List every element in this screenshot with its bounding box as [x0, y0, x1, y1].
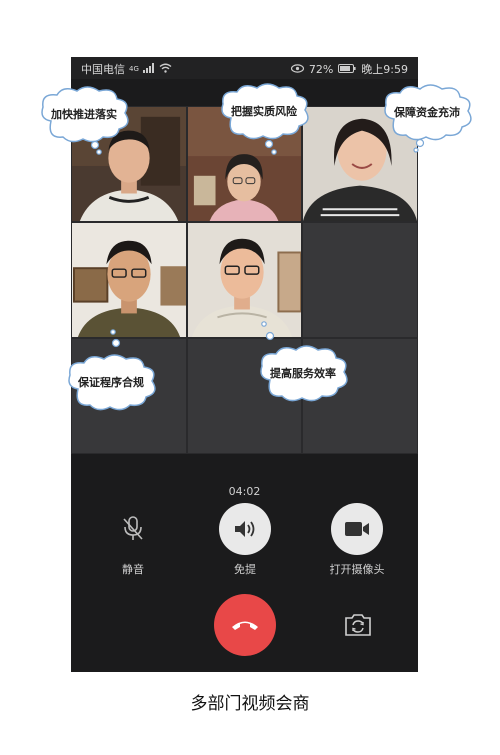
switch-camera-button[interactable]	[343, 612, 373, 638]
bubble-text: 保证程序合规	[78, 376, 144, 389]
bubble-text: 提高服务效率	[270, 367, 336, 380]
speech-bubble: 提高服务效率	[256, 344, 348, 402]
bubble-tail	[261, 321, 275, 341]
speech-bubble: 保证程序合规	[64, 353, 156, 411]
speaker-label: 免提	[234, 563, 256, 576]
camera-toggle-button[interactable]: 打开摄像头	[312, 503, 402, 577]
bubble-text: 把握实质风险	[231, 105, 297, 118]
video-tile-empty	[302, 222, 418, 338]
network-tag: 4G	[129, 65, 139, 73]
carrier-name: 中国电信	[81, 63, 125, 76]
signal-icon	[142, 62, 155, 76]
video-camera-icon	[331, 503, 383, 555]
figure-caption: 多部门视频会商	[190, 694, 310, 714]
hang-up-button[interactable]	[214, 594, 276, 656]
participant-video	[188, 223, 301, 337]
bubble-text: 加快推进落实	[51, 108, 117, 121]
clock: 晚上9:59	[361, 63, 408, 76]
battery-icon	[338, 63, 356, 76]
eye-comfort-icon	[290, 63, 304, 76]
speaker-button[interactable]: 免提	[200, 503, 290, 577]
call-duration: 04:02	[228, 485, 261, 498]
participant-video	[72, 223, 186, 337]
status-bar: 中国电信 4G 72% 晚上9:59	[71, 57, 418, 79]
speech-bubble: 把握实质风险	[217, 82, 309, 155]
video-tile-participant-4[interactable]	[71, 222, 187, 338]
bubble-text: 保障资金充沛	[394, 106, 460, 119]
microphone-icon	[107, 503, 159, 555]
speech-bubble: 保障资金充沛	[380, 83, 472, 153]
mute-button[interactable]: 静音	[88, 503, 178, 577]
mute-label: 静音	[122, 563, 144, 576]
camera-label: 打开摄像头	[329, 563, 385, 576]
speech-bubble: 加快推进落实	[37, 85, 129, 155]
speaker-icon	[219, 503, 271, 555]
phone-hangup-icon	[232, 621, 258, 630]
camera-switch-icon	[345, 614, 371, 636]
video-tile-participant-5[interactable]	[187, 222, 302, 338]
bubble-tail	[110, 329, 121, 348]
battery-percent: 72%	[308, 62, 334, 76]
wifi-icon	[159, 63, 172, 76]
